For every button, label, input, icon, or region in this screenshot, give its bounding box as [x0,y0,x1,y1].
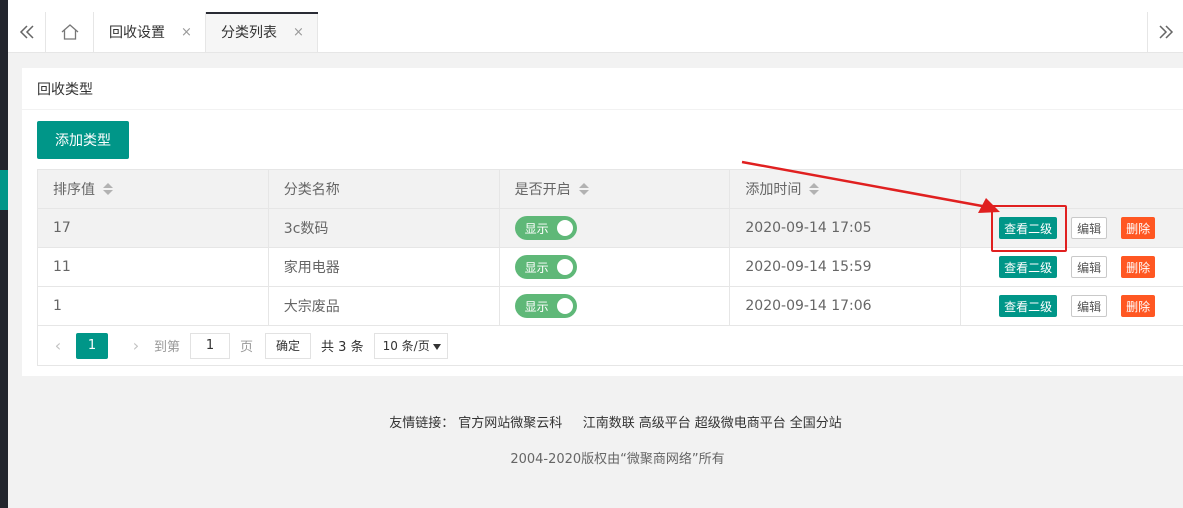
header-enabled[interactable]: 是否开启 [500,170,731,208]
view-subcategory-button[interactable]: 查看二级 [999,256,1058,278]
header-name: 分类名称 [269,170,500,208]
home-tab[interactable] [46,12,94,52]
status-toggle[interactable]: 显示 [514,216,577,240]
cell-time: 2020-09-14 17:06 [730,287,962,325]
scroll-right-button[interactable] [1147,12,1183,52]
goto-label: 到第 [154,340,181,355]
tab-label: 分类列表 [221,25,277,41]
header-sort[interactable]: 排序值 [38,170,269,208]
page-current[interactable]: 1 [76,332,108,359]
copyright: 2004-2020版权由“微聚商网络”所有 [510,452,725,467]
table-header: 排序值 分类名称 是否开启 添加时间 [38,170,1183,209]
delete-button[interactable]: 删除 [1121,256,1156,278]
goto-page-input[interactable]: 1 [190,332,231,359]
edit-button[interactable]: 编辑 [1071,295,1108,317]
cell-sort: 17 [38,209,269,247]
goto-suffix: 页 [240,340,254,355]
footer-link[interactable]: 全国分站 [790,416,842,431]
pagination: ‹ 1 › 到第 1 页 确定 共 3 条 10 条/页 [38,326,1183,366]
tab-recycle-settings[interactable]: 回收设置 × [94,12,206,52]
goto-confirm-button[interactable]: 确定 [265,332,312,359]
edit-button[interactable]: 编辑 [1071,256,1108,278]
chevron-left-icon[interactable]: ‹ [48,336,68,355]
tab-bar: 回收设置 × 分类列表 × [8,0,1183,53]
cell-name: 3c数码 [269,209,500,247]
double-chevron-right-icon [1158,25,1173,39]
cell-sort: 11 [38,248,269,286]
sort-icon[interactable] [809,183,820,195]
footer-link[interactable]: 高级平台 [639,416,691,431]
annotation-highlight-box [991,205,1067,252]
double-chevron-left-icon [19,25,34,39]
cell-name: 家用电器 [269,248,500,286]
sort-icon[interactable] [103,183,113,195]
edit-button[interactable]: 编辑 [1071,217,1108,239]
total-count: 共 3 条 [321,340,364,355]
cell-time: 2020-09-14 15:59 [730,248,962,286]
delete-button[interactable]: 删除 [1121,217,1156,239]
add-type-button[interactable]: 添加类型 [37,121,129,159]
close-icon[interactable]: × [181,25,192,40]
category-table: 排序值 分类名称 是否开启 添加时间 17 3c数码 显示 2020-09-14… [37,169,1183,366]
chevron-right-icon[interactable]: › [126,336,146,355]
header-time[interactable]: 添加时间 [730,170,962,208]
cell-name: 大宗废品 [269,287,500,325]
footer: 友情链接： 官方网站微聚云科 江南数联 高级平台 超级微电商平台 全国分站 2004-2… [0,412,1183,484]
tab-category-list[interactable]: 分类列表 × [206,12,318,52]
footer-link[interactable]: 超级微电商平台 [695,416,786,431]
status-toggle[interactable]: 显示 [514,255,577,279]
caret-down-icon [432,343,441,350]
footer-link[interactable]: 官方网站微聚云科 [458,416,562,431]
view-subcategory-button[interactable]: 查看二级 [999,295,1058,317]
status-toggle[interactable]: 显示 [514,294,577,318]
friend-links: 友情链接： 官方网站微聚云科 江南数联 高级平台 超级微电商平台 全国分站 [389,416,842,431]
header-actions [961,170,1183,208]
tab-label: 回收设置 [109,25,165,41]
table-row: 11 家用电器 显示 2020-09-14 15:59 查看二级 编辑 删除 [38,248,1183,287]
cell-time: 2020-09-14 17:05 [730,209,962,247]
home-icon [61,24,78,40]
sort-icon[interactable] [578,183,589,195]
card-title: 回收类型 [22,68,1183,110]
footer-link[interactable]: 江南数联 [583,416,635,431]
cell-sort: 1 [38,287,269,325]
page-size-select[interactable]: 10 条/页 [373,332,448,359]
scroll-left-button[interactable] [8,12,46,52]
close-icon[interactable]: × [293,25,304,40]
delete-button[interactable]: 删除 [1121,295,1156,317]
table-row: 1 大宗废品 显示 2020-09-14 17:06 查看二级 编辑 删除 [38,287,1183,326]
side-accent [0,170,8,210]
